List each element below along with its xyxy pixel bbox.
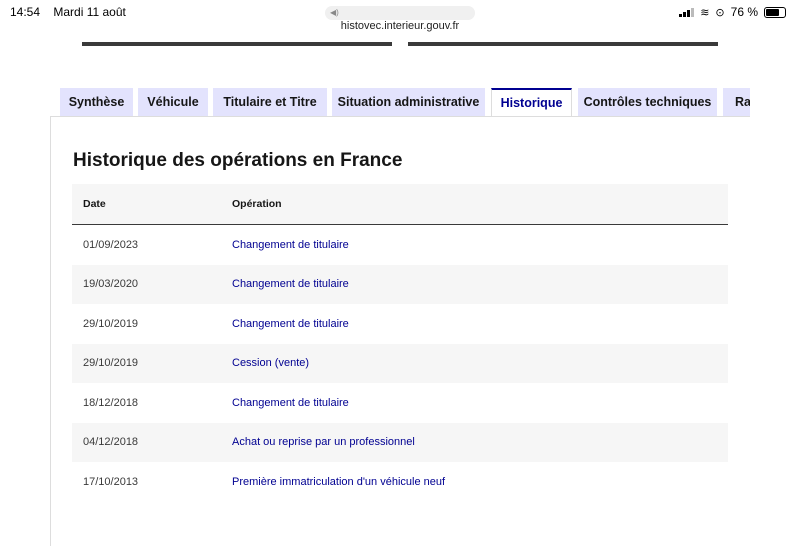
- table-row: 29/10/2019 Changement de titulaire: [72, 304, 728, 344]
- table-header: Date Opération: [72, 184, 728, 225]
- orientation-lock-icon: ⊙: [715, 6, 725, 19]
- signal-icon: [679, 7, 695, 17]
- tab-rapport[interactable]: Rap: [723, 88, 750, 116]
- tab-synthese[interactable]: Synthèse: [60, 88, 133, 116]
- row-date: 04/12/2018: [83, 436, 139, 449]
- status-left: 14:54 Mardi 11 août: [10, 5, 136, 19]
- card-right-bottom-border: [408, 42, 718, 46]
- tab-vehicule[interactable]: Véhicule: [138, 88, 208, 116]
- row-operation-link[interactable]: Changement de titulaire: [232, 239, 728, 251]
- table-row: 04/12/2018 Achat ou reprise par un profe…: [72, 422, 728, 462]
- row-operation-link[interactable]: Changement de titulaire: [232, 278, 728, 290]
- table-row: 17/10/2013 Première immatriculation d'un…: [72, 462, 728, 502]
- status-bar: 14:54 Mardi 11 août ◀) histovec.interieu…: [0, 0, 800, 36]
- row-date: 29/10/2019: [83, 357, 139, 370]
- tab-situation-administrative[interactable]: Situation administrative: [332, 88, 485, 116]
- row-operation-link[interactable]: Changement de titulaire: [232, 397, 728, 409]
- speaker-mute-icon: ◀): [330, 8, 339, 17]
- table-row: 18/12/2018 Changement de titulaire: [72, 383, 728, 423]
- table-row: 01/09/2023 Changement de titulaire: [72, 225, 728, 265]
- status-date: Mardi 11 août: [53, 5, 126, 19]
- row-date: 19/03/2020: [83, 278, 139, 291]
- tab-controles-techniques[interactable]: Contrôles techniques: [578, 88, 717, 116]
- card-left-bottom-border: [82, 42, 392, 46]
- table-row: 29/10/2019 Cession (vente): [72, 343, 728, 383]
- row-operation-link[interactable]: Première immatriculation d'un véhicule n…: [232, 476, 728, 488]
- operations-table: Date Opération 01/09/2023 Changement de …: [72, 184, 728, 502]
- wifi-icon: ≋: [700, 6, 710, 19]
- tab-historique[interactable]: Historique: [491, 88, 572, 116]
- status-time: 14:54: [10, 5, 41, 19]
- status-right: ≋ ⊙ 76 %: [679, 5, 786, 19]
- battery-percent: 76 %: [730, 5, 758, 19]
- row-operation-link[interactable]: Changement de titulaire: [232, 318, 728, 330]
- tab-list: Synthèse Véhicule Titulaire et Titre Sit…: [60, 88, 750, 116]
- row-date: 29/10/2019: [83, 317, 139, 330]
- address-bar[interactable]: [325, 6, 475, 20]
- table-row: 19/03/2020 Changement de titulaire: [72, 264, 728, 304]
- header-date: Date: [83, 198, 106, 210]
- battery-icon: [764, 6, 786, 18]
- tab-titulaire[interactable]: Titulaire et Titre: [213, 88, 327, 116]
- row-date: 18/12/2018: [83, 396, 139, 409]
- row-date: 01/09/2023: [83, 238, 139, 251]
- header-operation: Opération: [232, 198, 282, 210]
- row-operation-link[interactable]: Achat ou reprise par un professionnel: [232, 436, 728, 448]
- section-title: Historique des opérations en France: [73, 150, 403, 171]
- table-body: 01/09/2023 Changement de titulaire 19/03…: [72, 225, 728, 502]
- row-operation-link[interactable]: Cession (vente): [232, 357, 728, 369]
- row-date: 17/10/2013: [83, 475, 139, 488]
- url-text[interactable]: histovec.interieur.gouv.fr: [0, 20, 800, 32]
